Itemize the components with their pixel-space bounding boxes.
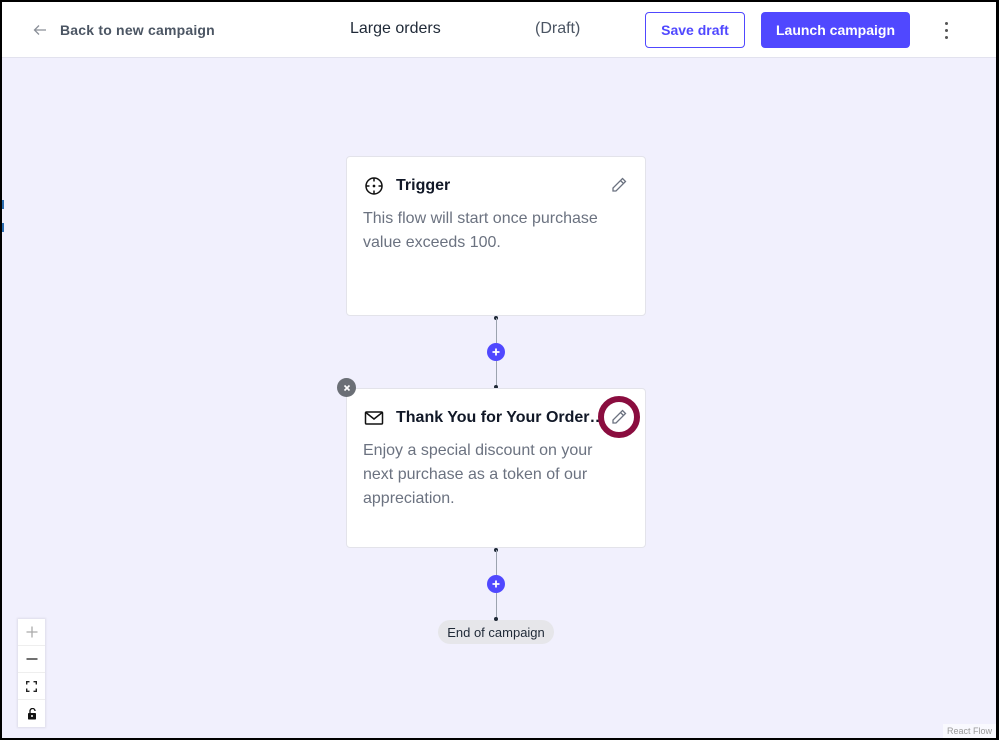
top-bar: Back to new campaign Large orders (Draft… [2, 2, 996, 58]
email-node-title: Thank You for Your Order! … [396, 409, 606, 426]
more-vertical-icon [944, 21, 948, 25]
plus-icon [492, 348, 500, 356]
app-frame: Back to new campaign Large orders (Draft… [2, 2, 996, 738]
zoom-out-button[interactable] [18, 646, 45, 673]
unlock-icon [27, 707, 36, 719]
flow-controls [18, 619, 45, 727]
crosshair-icon [365, 177, 383, 195]
campaign-title: Large orders [350, 20, 441, 37]
back-link-label: Back to new campaign [60, 22, 215, 38]
pencil-icon[interactable] [609, 175, 629, 195]
trigger-node-description: This flow will start once purchase value… [363, 210, 598, 251]
fit-view-button[interactable] [18, 673, 45, 700]
email-node-description: Enjoy a special discount on your next pu… [363, 442, 593, 507]
mail-icon [364, 411, 384, 425]
left-edge-marks [2, 200, 4, 232]
end-target-handle[interactable] [494, 617, 498, 621]
edge-mark [2, 223, 4, 232]
plus-icon [26, 626, 37, 638]
close-icon [343, 384, 350, 391]
react-flow-attribution[interactable]: React Flow [942, 724, 996, 738]
campaign-status: (Draft) [535, 20, 581, 37]
save-draft-button[interactable]: Save draft [645, 12, 745, 48]
more-options-button[interactable] [934, 17, 958, 43]
add-step-button[interactable] [487, 575, 505, 593]
add-step-button[interactable] [487, 343, 505, 361]
back-to-campaign-link[interactable]: Back to new campaign [32, 19, 215, 41]
edge-mark [2, 200, 4, 209]
delete-node-button[interactable] [337, 378, 356, 397]
fit-view-icon [26, 680, 37, 692]
trigger-node[interactable]: Trigger This flow will start once purcha… [346, 156, 646, 316]
trigger-node-title: Trigger [396, 177, 451, 194]
email-node[interactable]: Thank You for Your Order! … Enjoy a spec… [346, 388, 646, 548]
more-dot [944, 35, 948, 39]
trigger-node-header: Trigger [364, 175, 629, 197]
minus-icon [26, 658, 37, 660]
arrow-left-icon [33, 25, 46, 35]
launch-campaign-button[interactable]: Launch campaign [761, 12, 910, 48]
plus-icon [492, 580, 500, 588]
end-of-campaign-node: End of campaign [438, 620, 554, 644]
more-dot [944, 28, 948, 32]
zoom-in-button[interactable] [18, 619, 45, 646]
toggle-lock-button[interactable] [18, 700, 45, 727]
pencil-icon[interactable] [609, 407, 629, 427]
email-node-header: Thank You for Your Order! … [364, 407, 629, 429]
